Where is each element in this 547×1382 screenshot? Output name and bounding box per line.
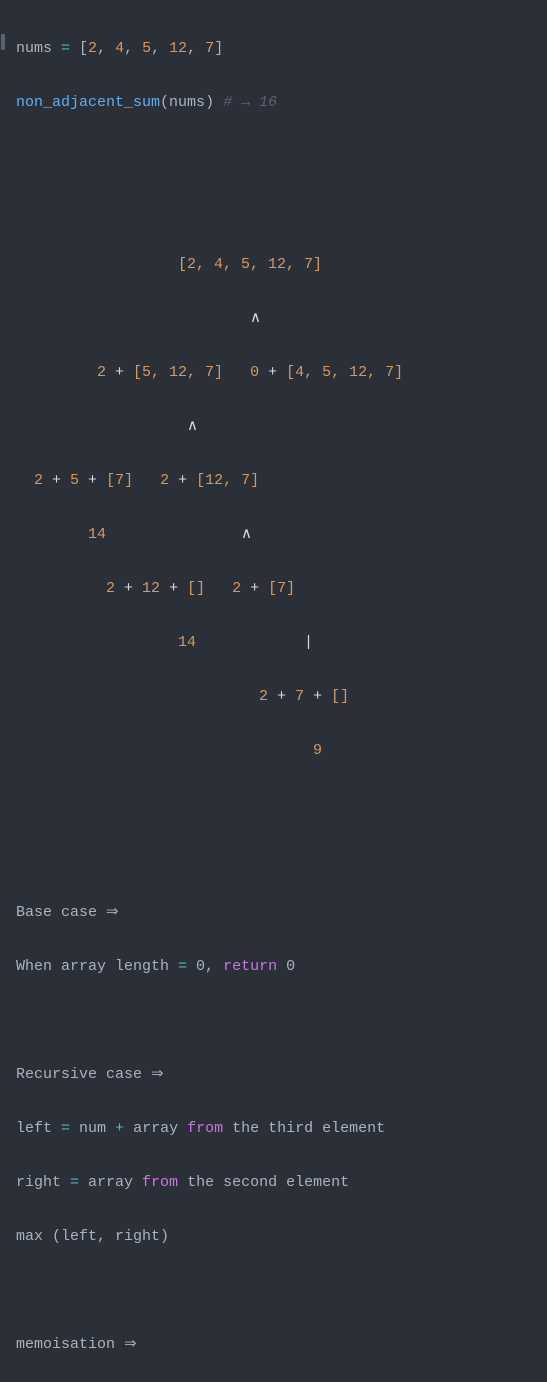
comment: # → 16 (223, 94, 277, 111)
note-recursive-title: Recursive case ⇒ (16, 1061, 547, 1088)
text: 0, (187, 958, 223, 975)
text: array (79, 1174, 142, 1191)
text: When array length (16, 958, 178, 975)
eq-op: = (70, 1174, 79, 1191)
note-max: max (left, right) (16, 1223, 547, 1250)
tree-line: ∧ (16, 413, 547, 440)
comma: , (151, 40, 169, 57)
tree-line: 2 + [5, 12, 7] 0 + [4, 5, 12, 7] (16, 359, 547, 386)
text: right (16, 1174, 70, 1191)
function-name: non_adjacent_sum (16, 94, 160, 111)
plus-op: + (115, 1120, 124, 1137)
text: max (left, right) (16, 1228, 169, 1245)
num: 2 (88, 40, 97, 57)
bracket-close: ] (214, 40, 223, 57)
tree-node: [7] (259, 580, 295, 597)
tree-line: 14 | (16, 629, 547, 656)
plus-op: + (52, 472, 61, 489)
comma: , (124, 40, 142, 57)
tree-node: 2 (232, 580, 250, 597)
note-base-title: Base case ⇒ (16, 899, 547, 926)
tree-branch: ∧ (16, 310, 261, 327)
plus-op: + (124, 580, 133, 597)
comma: , (97, 40, 115, 57)
text: Base case ⇒ (16, 904, 119, 921)
note-left: left = num + array from the third elemen… (16, 1115, 547, 1142)
text: left (16, 1120, 61, 1137)
paren-close: ) (205, 94, 214, 111)
num: 7 (205, 40, 214, 57)
text: the third element (223, 1120, 385, 1137)
tree-result: 14 (16, 634, 196, 651)
tree-node: 0 (250, 364, 268, 381)
tree-line: ∧ (16, 305, 547, 332)
tree-branch: ∧ (106, 526, 252, 543)
tree-node: 2 (16, 364, 115, 381)
num: 4 (115, 40, 124, 57)
assign-op: = (52, 40, 79, 57)
code-line-2: non_adjacent_sum(nums) # → 16 (16, 89, 547, 116)
line-indicator (1, 34, 5, 50)
keyword-return: return (223, 958, 277, 975)
plus-op: + (268, 364, 277, 381)
eq-op: = (178, 958, 187, 975)
tree-result: 9 (16, 742, 322, 759)
editor-gutter (0, 0, 8, 691)
arg: nums (169, 94, 205, 111)
note-right: right = array from the second element (16, 1169, 547, 1196)
text: num (70, 1120, 115, 1137)
keyword-from: from (187, 1120, 223, 1137)
tree-node: 5 (61, 472, 88, 489)
text: memoisation ⇒ (16, 1336, 137, 1353)
text: array (124, 1120, 187, 1137)
space (214, 94, 223, 111)
plus-op: + (169, 580, 178, 597)
tree-branch: | (196, 634, 313, 651)
tree-line: 2 + 7 + [] (16, 683, 547, 710)
tree-line: 2 + 5 + [7] 2 + [12, 7] (16, 467, 547, 494)
tree-branch: ∧ (16, 418, 198, 435)
bracket-open: [ (79, 40, 88, 57)
note-base-body: When array length = 0, return 0 (16, 953, 547, 980)
paren-open: ( (160, 94, 169, 111)
editor-content[interactable]: nums = [2, 4, 5, 12, 7] non_adjacent_sum… (0, 8, 547, 1382)
tree-line: 14 ∧ (16, 521, 547, 548)
tree-node: [5, 12, 7] (124, 364, 250, 381)
tree-node: [7] (97, 472, 160, 489)
eq-op: = (61, 1120, 70, 1137)
note-memo-title: memoisation ⇒ (16, 1331, 547, 1358)
plus-op: + (88, 472, 97, 489)
tree-node: [4, 5, 12, 7] (277, 364, 403, 381)
code-line-1: nums = [2, 4, 5, 12, 7] (16, 35, 547, 62)
num: 12 (169, 40, 187, 57)
tree-node: 2 (16, 472, 52, 489)
tree-node: [12, 7] (187, 472, 259, 489)
tree-result: 14 (16, 526, 106, 543)
tree-line: 9 (16, 737, 547, 764)
tree-line: [2, 4, 5, 12, 7] (16, 251, 547, 278)
comma: , (187, 40, 205, 57)
keyword-from: from (142, 1174, 178, 1191)
tree-node: 2 (16, 580, 124, 597)
tree-node: 12 (133, 580, 169, 597)
text: 0 (277, 958, 295, 975)
tree-root: [2, 4, 5, 12, 7] (16, 256, 322, 273)
tree-node: [] (178, 580, 232, 597)
plus-op: + (178, 472, 187, 489)
text: the second element (178, 1174, 349, 1191)
variable-name: nums (16, 40, 52, 57)
text: Recursive case ⇒ (16, 1066, 164, 1083)
tree-line: 2 + 12 + [] 2 + [7] (16, 575, 547, 602)
tree-node: 2 (160, 472, 178, 489)
plus-op: + (115, 364, 124, 381)
num: 5 (142, 40, 151, 57)
plus-op: + (250, 580, 259, 597)
